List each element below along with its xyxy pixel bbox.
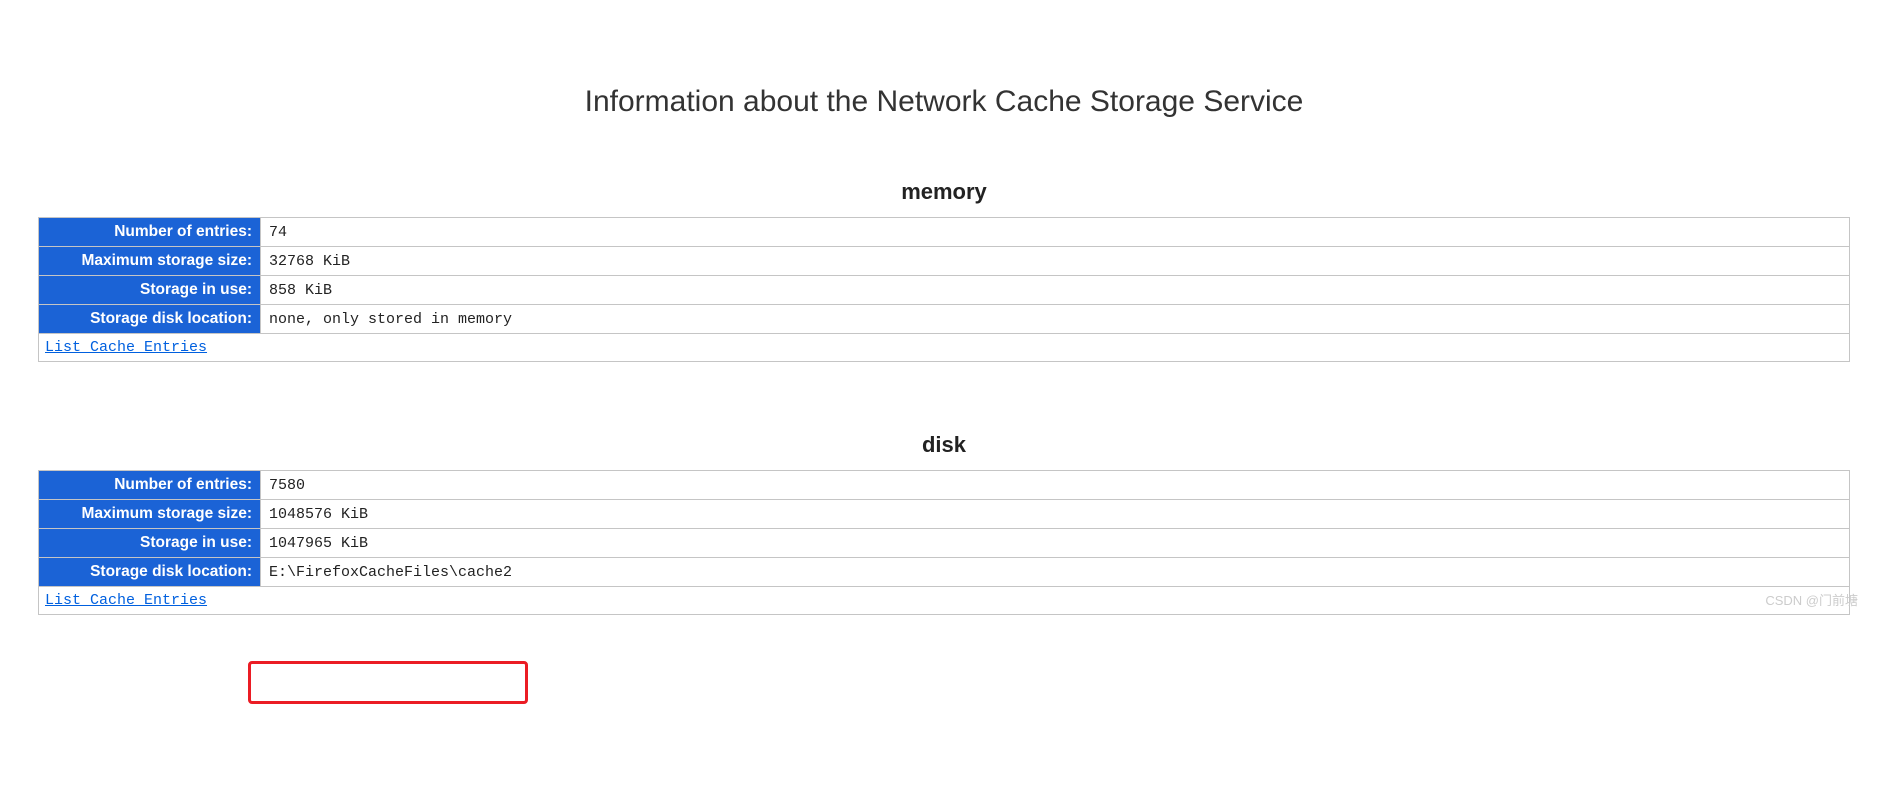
disk-section: disk Number of entries: 7580 Maximum sto…: [38, 432, 1850, 615]
annotation-highlight-box: [248, 661, 528, 704]
memory-maxsize-label: Maximum storage size:: [39, 247, 261, 276]
table-row: Storage disk location: none, only stored…: [39, 305, 1850, 334]
list-cache-entries-link[interactable]: List Cache Entries: [45, 339, 207, 356]
disk-link-cell: List Cache Entries: [39, 587, 1850, 615]
memory-entries-label: Number of entries:: [39, 218, 261, 247]
watermark-text: CSDN @门前塘: [1765, 590, 1858, 609]
memory-inuse-value: 858 KiB: [261, 276, 1850, 305]
disk-inuse-value: 1047965 KiB: [261, 529, 1850, 558]
table-row: Storage in use: 1047965 KiB: [39, 529, 1850, 558]
table-row: Maximum storage size: 1048576 KiB: [39, 500, 1850, 529]
table-row: List Cache Entries: [39, 334, 1850, 362]
memory-location-value: none, only stored in memory: [261, 305, 1850, 334]
memory-entries-value: 74: [261, 218, 1850, 247]
list-cache-entries-link[interactable]: List Cache Entries: [45, 592, 207, 609]
table-row: Storage disk location: E:\FirefoxCacheFi…: [39, 558, 1850, 587]
disk-maxsize-value: 1048576 KiB: [261, 500, 1850, 529]
table-row: Number of entries: 74: [39, 218, 1850, 247]
memory-section: memory Number of entries: 74 Maximum sto…: [38, 179, 1850, 362]
disk-maxsize-label: Maximum storage size:: [39, 500, 261, 529]
disk-heading: disk: [38, 432, 1850, 458]
disk-table: Number of entries: 7580 Maximum storage …: [38, 470, 1850, 615]
table-row: Maximum storage size: 32768 KiB: [39, 247, 1850, 276]
disk-location-label: Storage disk location:: [39, 558, 261, 587]
table-row: Storage in use: 858 KiB: [39, 276, 1850, 305]
disk-entries-label: Number of entries:: [39, 471, 261, 500]
memory-maxsize-value: 32768 KiB: [261, 247, 1850, 276]
disk-entries-value: 7580: [261, 471, 1850, 500]
memory-heading: memory: [38, 179, 1850, 205]
table-row: List Cache Entries: [39, 587, 1850, 615]
page-title: Information about the Network Cache Stor…: [0, 85, 1888, 119]
memory-inuse-label: Storage in use:: [39, 276, 261, 305]
memory-table: Number of entries: 74 Maximum storage si…: [38, 217, 1850, 362]
memory-link-cell: List Cache Entries: [39, 334, 1850, 362]
disk-location-value: E:\FirefoxCacheFiles\cache2: [261, 558, 1850, 587]
table-row: Number of entries: 7580: [39, 471, 1850, 500]
disk-inuse-label: Storage in use:: [39, 529, 261, 558]
memory-location-label: Storage disk location:: [39, 305, 261, 334]
